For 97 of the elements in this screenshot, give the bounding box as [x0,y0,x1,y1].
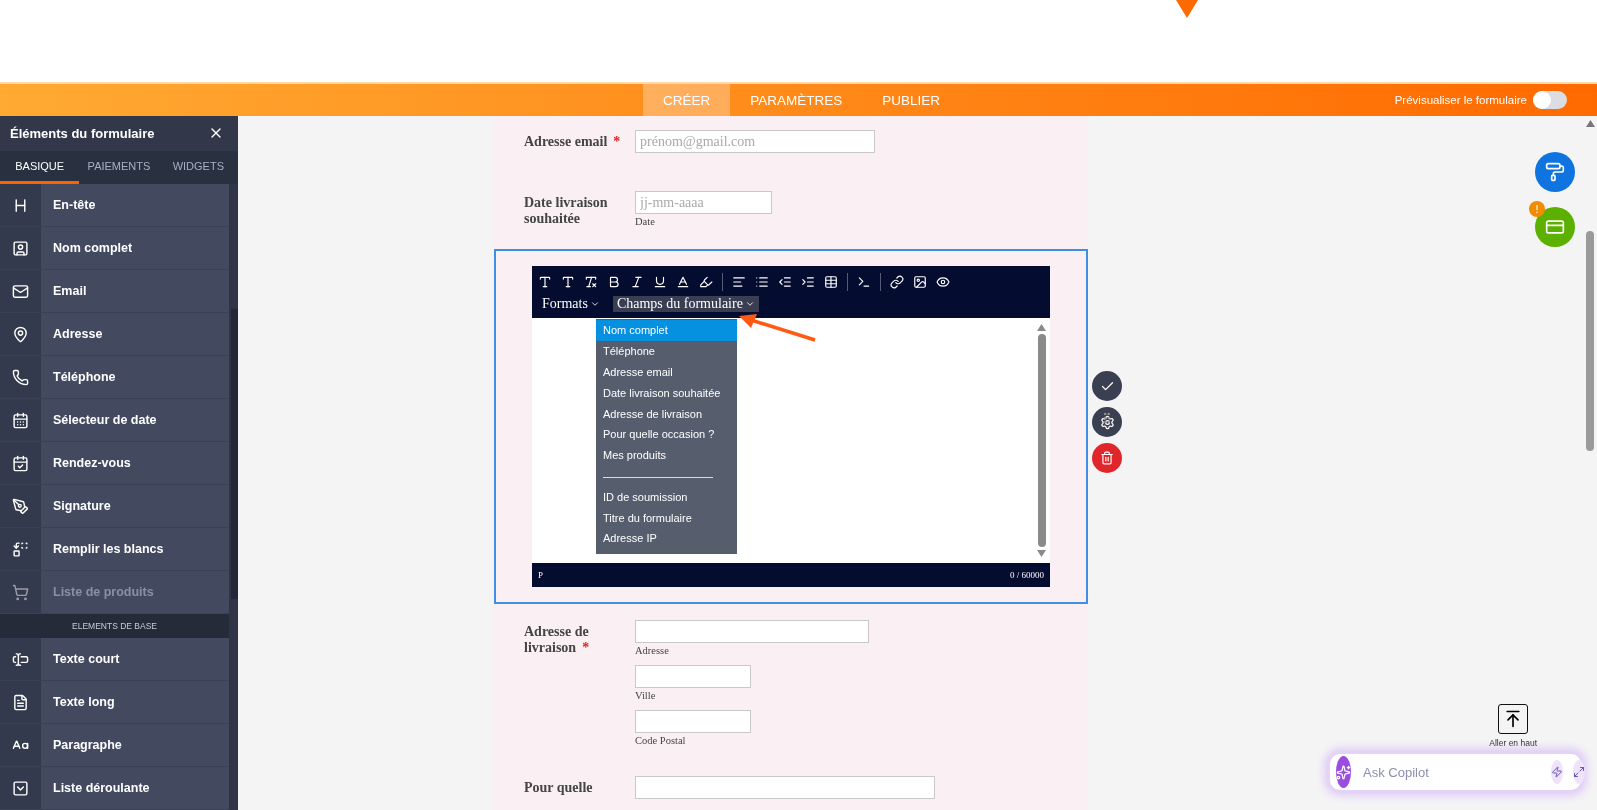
go-top-label[interactable]: Aller en haut [1489,738,1537,748]
menu-item[interactable]: Téléphone [596,340,737,362]
element-icon [12,497,29,515]
alert-badge: ! [1529,201,1545,217]
form-fields-dropdown[interactable]: Champs du formulaire [612,296,759,312]
toolbar-icon[interactable] [607,275,621,289]
menu-item[interactable]: Adresse email [596,361,737,383]
character-counter: 0 / 60000 [1010,570,1044,580]
sidebar-item[interactable]: Adresse [41,313,229,355]
sidebar-item[interactable]: Texte court [41,638,229,680]
field-sublabel: Date [635,216,656,227]
scroll-up-icon[interactable] [1585,120,1595,127]
sidebar-item[interactable]: Texte long [41,681,229,723]
menu-separator: —————————— [602,468,714,484]
menu-item[interactable]: Adresse IP [596,527,737,549]
field-sublabel: Ville [635,690,657,701]
toolbar-icon[interactable] [676,275,690,289]
expand-icon[interactable] [1573,760,1585,784]
toolbar-icon[interactable] [857,275,871,289]
field-sublabel: Adresse [635,645,670,656]
scroll-up-icon[interactable] [1037,324,1046,331]
element-icon [12,693,29,711]
toolbar-icon[interactable] [936,275,950,289]
menu-item[interactable]: Mes produits [596,444,737,466]
element-icon [12,540,29,558]
toolbar-icon[interactable] [755,275,769,289]
address-input[interactable] [635,710,751,733]
sidebar-item[interactable]: Email [41,270,229,312]
caret-icon [744,299,755,309]
toolbar-icon[interactable] [538,275,552,289]
menu-item[interactable]: ID de soumission [596,486,737,508]
element-path: P [538,570,543,580]
sidebar-item[interactable]: Remplir les blancs [41,528,229,570]
field-label: Adresse de livraison * [524,623,591,657]
element-icon [12,325,29,343]
text-input[interactable] [635,776,935,799]
scrollbar-track[interactable] [231,309,238,599]
sidebar-tab[interactable]: WIDGETS [158,150,238,184]
trash-icon[interactable] [1092,443,1122,473]
sparkles-icon [1336,756,1351,788]
sidebar-item[interactable]: Signature [41,485,229,527]
toolbar-icon[interactable] [630,275,644,289]
triangle-icon [1176,0,1198,18]
menu-item[interactable]: Pour quelle occasion ? [596,424,737,445]
element-icon [12,779,29,797]
sidebar-title: Éléments du formulaire [10,125,155,141]
field-label: Pour quelle [524,779,594,797]
check-icon[interactable] [1092,371,1122,401]
sidebar-item[interactable]: Nom complet [41,227,229,269]
sidebar-item[interactable]: Paragraphe [41,724,229,766]
element-icon [12,454,29,472]
field-label: Date livraison souhaitée [524,194,609,227]
toolbar-icon[interactable] [732,275,746,289]
sidebar-item[interactable]: Rendez-vous [41,442,229,484]
field-label: Adresse email * [524,133,622,151]
sidebar-item[interactable]: En-tête [41,184,229,226]
email-input[interactable]: prénom@gmail.com [635,130,875,153]
toolbar-icon[interactable] [699,275,713,289]
toolbar-icon[interactable] [653,275,667,289]
copilot-bar[interactable]: Ask Copilot [1328,752,1583,792]
date-input[interactable]: jj-mm-aaaa [635,191,772,214]
element-icon [12,650,29,668]
address-input[interactable] [635,665,751,688]
element-icon [12,282,29,300]
caret-icon [589,299,600,309]
go-top-icon[interactable] [1498,704,1529,734]
preview-label: Prévisualiser le formulaire [1394,94,1527,106]
toolbar-icon[interactable] [801,275,815,289]
menu-item[interactable]: Date livraison souhaitée [596,382,737,404]
sidebar-item[interactable]: Liste déroulante [41,767,229,809]
address-input[interactable] [635,620,869,643]
scrollbar-thumb[interactable] [1586,231,1594,451]
settings-icon[interactable] [1092,407,1122,437]
formats-dropdown[interactable]: Formats [538,296,604,312]
element-icon [12,411,29,429]
scroll-down-icon[interactable] [1037,550,1046,557]
sidebar-item[interactable]: Téléphone [41,356,229,398]
lightning-icon[interactable] [1551,760,1563,784]
element-icon [12,239,29,257]
toolbar-icon[interactable] [561,275,575,289]
section-header: ELEMENTS DE BASE [0,614,229,638]
toolbar-icon[interactable] [584,275,598,289]
toolbar-icon[interactable] [913,275,927,289]
menu-item[interactable]: Adresse de livraison [596,403,737,424]
element-icon [12,583,29,601]
sidebar-tab[interactable]: PAIEMENTS [79,150,159,184]
toolbar-icon[interactable] [778,275,792,289]
toolbar-icon[interactable] [824,275,838,289]
paint-roller-icon[interactable] [1535,152,1575,192]
preview-toggle[interactable] [1533,91,1567,109]
menu-item[interactable]: Titre du formulaire [596,507,737,528]
scrollbar-thumb[interactable] [1037,334,1046,547]
card-icon[interactable] [1535,207,1575,247]
element-icon [12,368,29,386]
toolbar-icon[interactable] [890,275,904,289]
sidebar-item[interactable]: Sélecteur de date [41,399,229,441]
field-sublabel: Code Postal [635,735,687,746]
